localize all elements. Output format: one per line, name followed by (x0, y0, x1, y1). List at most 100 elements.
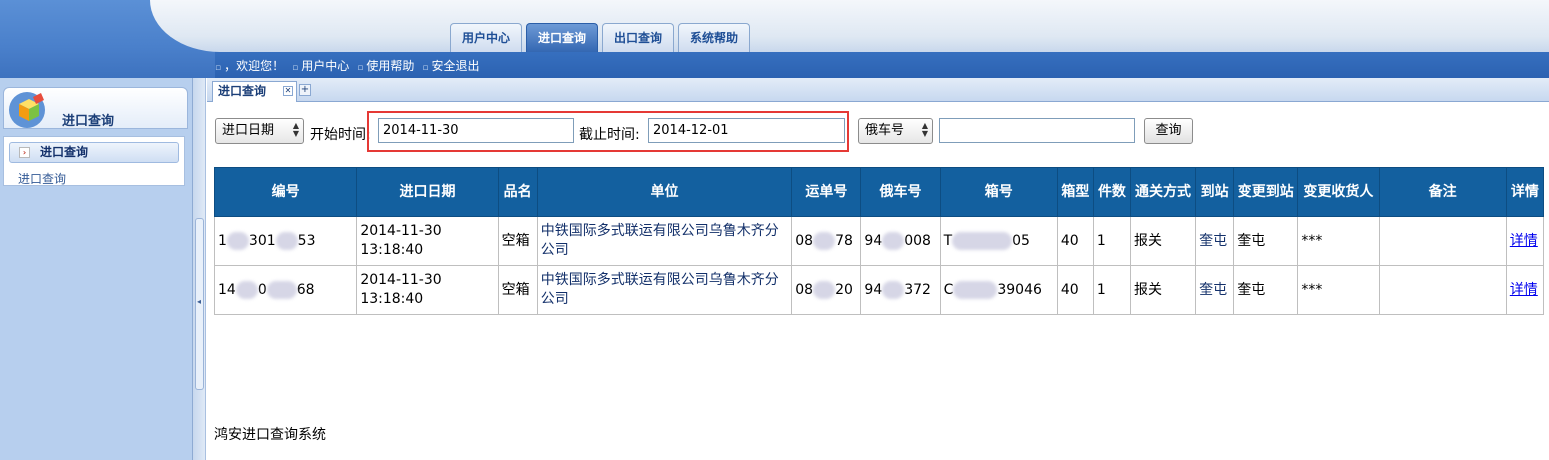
cell-wagon: 94 372 (860, 265, 941, 315)
cell-detail: 详情 (1505, 216, 1545, 266)
col-header-changed-station[interactable]: 变更到站 (1233, 167, 1299, 217)
cell-detail: 详情 (1505, 265, 1545, 315)
search-form: 进口日期 ▲▼ 开始时间: 截止时间: 俄车号 ▲▼ 查询 (207, 103, 1549, 163)
content-tab-import-query[interactable]: 进口查询 ✕ (212, 81, 297, 102)
redaction-blur (275, 231, 298, 250)
cell-product: 空箱 (497, 265, 538, 315)
redaction-blur (266, 280, 297, 299)
updown-caret-icon: ▲ ▼ (292, 121, 299, 138)
query-button[interactable]: 查询 (1144, 118, 1193, 144)
redaction-blur (882, 280, 905, 299)
col-header-unit[interactable]: 单位 (536, 167, 793, 217)
welcome-text: ▫ ，欢迎您！ (215, 59, 285, 73)
date-type-select[interactable]: 进口日期 ▲ ▼ (215, 118, 304, 144)
field-type-select[interactable]: 俄车号 ▲ ▼ (858, 118, 933, 144)
tab-system-help[interactable]: 系统帮助 (678, 23, 751, 52)
table-header-row: 编号 进口日期 品名 单位 运单号 俄车号 箱号 箱型 件数 通关方式 到站 变… (213, 167, 1545, 217)
bullet-icon: ▫ (215, 63, 222, 73)
add-tab-icon[interactable]: + (299, 84, 311, 96)
cell-product: 空箱 (497, 216, 538, 266)
cell-date: 2014-11-30 13:18:40 (356, 216, 499, 266)
cell-count: 1 (1092, 216, 1131, 266)
cell-remark (1378, 265, 1507, 315)
link-user-center[interactable]: ▫ 用户中心 (292, 57, 349, 75)
app-header: 用户中心 进口查询 出口查询 系统帮助 ▫ ，欢迎您！ ▫ 用户中心 ▫ 使用帮助 ▫… (0, 0, 1549, 78)
content-tab-bar: 进口查询 ✕ + (207, 78, 1549, 102)
updown-caret-icon: ▲ ▼ (921, 121, 928, 138)
collapse-handle[interactable]: ◂ (195, 218, 204, 390)
cell-customs: 报关 (1129, 216, 1197, 266)
tab-import-query[interactable]: 进口查询 (526, 23, 599, 52)
col-header-wagon[interactable]: 俄车号 (860, 167, 941, 217)
cell-box-no: T 05 (939, 216, 1058, 266)
table-row: 1 301 53 2014-11-30 13:18:40 空箱 中铁国际多式联运有限… (213, 216, 1545, 266)
start-time-label: 开始时间: (310, 127, 371, 143)
cell-changed-consignee: *** (1297, 216, 1380, 266)
redaction-blur (882, 231, 905, 250)
footer-system-name: 鸿安进口查询系统 (214, 427, 326, 443)
cell-waybill: 08 78 (791, 216, 862, 266)
cell-changed-station: 奎屯 (1233, 216, 1299, 266)
end-time-input[interactable] (648, 118, 845, 143)
results-table: 编号 进口日期 品名 单位 运单号 俄车号 箱号 箱型 件数 通关方式 到站 变… (213, 167, 1545, 315)
sidebar-panel-title: 进口查询 (62, 114, 115, 129)
cell-box-type: 40 (1056, 216, 1094, 266)
redaction-blur (226, 231, 249, 250)
col-header-customs[interactable]: 通关方式 (1129, 167, 1197, 217)
start-time-input[interactable] (378, 118, 574, 143)
redaction-blur (813, 280, 836, 299)
col-header-remark[interactable]: 备注 (1378, 167, 1507, 217)
tab-export-query[interactable]: 出口查询 (602, 23, 675, 52)
cell-waybill: 08 20 (791, 265, 862, 315)
cell-customs: 报关 (1129, 265, 1197, 315)
redaction-blur (813, 231, 836, 250)
top-nav-tabs: 用户中心 进口查询 出口查询 系统帮助 (450, 23, 751, 52)
cell-station: 奎屯 (1195, 216, 1235, 266)
sub-navigation: ▫ ，欢迎您！ ▫ 用户中心 ▫ 使用帮助 ▫ 安全退出 (215, 57, 480, 75)
cell-changed-station: 奎屯 (1233, 265, 1299, 315)
cell-box-type: 40 (1056, 265, 1094, 315)
bullet-icon: ▫ (292, 63, 299, 73)
sidebar-panel-header: 进口查询 (3, 87, 188, 129)
cell-wagon: 94 008 (860, 216, 941, 266)
cell-date: 2014-11-30 13:18:40 (356, 265, 499, 315)
col-header-changed-consignee[interactable]: 变更收货人 (1297, 167, 1380, 217)
detail-link[interactable]: 详情 (1510, 282, 1538, 298)
cube-icon (9, 92, 45, 128)
cell-changed-consignee: *** (1297, 265, 1380, 315)
col-header-box-type[interactable]: 箱型 (1056, 167, 1094, 217)
cell-unit: 中铁国际多式联运有限公司乌鲁木齐分公司 (536, 265, 793, 315)
col-header-id[interactable]: 编号 (213, 167, 358, 217)
sidebar-item-import-query[interactable]: › 进口查询 (9, 142, 179, 163)
cell-station: 奎屯 (1195, 265, 1235, 315)
close-tab-icon[interactable]: ✕ (283, 86, 293, 96)
col-header-box-no[interactable]: 箱号 (939, 167, 1058, 217)
col-header-waybill[interactable]: 运单号 (791, 167, 862, 217)
redaction-blur (235, 280, 258, 299)
bullet-icon: ▫ (422, 63, 429, 73)
arrow-right-icon: › (19, 147, 30, 158)
cell-id: 1 301 53 (213, 216, 358, 266)
collapse-left-icon: ◂ (197, 297, 202, 306)
table-row: 14 0 68 2014-11-30 13:18:40 空箱 中铁国际多式联运有限公… (213, 265, 1545, 315)
col-header-import-date[interactable]: 进口日期 (356, 167, 499, 217)
col-header-product[interactable]: 品名 (497, 167, 538, 217)
col-header-station[interactable]: 到站 (1195, 167, 1235, 217)
sidebar-menu: › 进口查询 进口查询 (3, 136, 185, 186)
left-sidebar: 进口查询 › 进口查询 进口查询 (0, 78, 193, 460)
redaction-blur (952, 231, 1013, 250)
col-header-count[interactable]: 件数 (1092, 167, 1131, 217)
end-time-label: 截止时间: (579, 127, 640, 143)
detail-link[interactable]: 详情 (1510, 233, 1538, 249)
tab-user-center[interactable]: 用户中心 (450, 23, 523, 52)
sidebar-subitem-import-query[interactable]: 进口查询 (18, 170, 66, 187)
cell-unit: 中铁国际多式联运有限公司乌鲁木齐分公司 (536, 216, 793, 266)
bullet-icon: ▫ (357, 63, 364, 73)
cell-remark (1378, 216, 1507, 266)
search-input[interactable] (939, 118, 1135, 143)
cell-count: 1 (1092, 265, 1131, 315)
link-logout[interactable]: ▫ 安全退出 (422, 57, 479, 75)
link-help[interactable]: ▫ 使用帮助 (357, 57, 414, 75)
col-header-detail[interactable]: 详情 (1505, 167, 1545, 217)
redaction-blur (953, 280, 998, 299)
